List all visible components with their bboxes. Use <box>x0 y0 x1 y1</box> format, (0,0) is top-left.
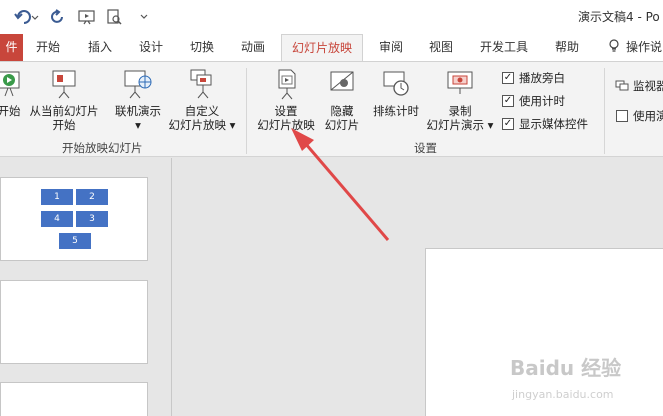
tab-review[interactable]: 审阅 <box>371 34 411 61</box>
monitor-icon <box>615 80 629 91</box>
hide-slide-icon <box>330 71 354 91</box>
undo-icon <box>14 10 39 24</box>
custom-slides-icon <box>190 69 212 99</box>
ribbon-tabs: 件 开始 插入 设计 切换 动画 幻灯片放映 审阅 视图 开发工具 帮助 操作说 <box>0 34 663 62</box>
shape-box-5: 5 <box>59 233 91 249</box>
tab-file[interactable]: 件 <box>0 34 23 61</box>
custom-slideshow-label-2: 幻灯片放映 ▾ <box>168 118 236 132</box>
presentation-icon <box>78 10 95 25</box>
magnifier-page-icon <box>107 9 122 25</box>
tab-design[interactable]: 设计 <box>131 34 171 61</box>
customize-qat-button[interactable] <box>136 6 152 28</box>
tell-me-box[interactable]: 操作说 <box>608 34 662 61</box>
monitor-label: 监视器 <box>633 79 663 93</box>
present-button[interactable] <box>76 6 98 28</box>
group-separator <box>604 68 605 154</box>
group-separator <box>246 68 247 154</box>
watermark-logo: Baidu 经验 <box>510 356 622 380</box>
use-timings-label: 使用计时 <box>519 94 565 108</box>
custom-slideshow-button[interactable]: 自定义 幻灯片放映 ▾ <box>164 68 240 132</box>
from-current-label-2: 开始 <box>52 118 76 132</box>
checkbox-unchecked-icon <box>616 110 628 122</box>
title-bar: 演示文稿4 - Po <box>0 0 663 34</box>
from-current-slide-button[interactable]: 从当前幻灯片 开始 <box>26 68 102 132</box>
tab-home[interactable]: 开始 <box>28 34 68 61</box>
record-slideshow-label-1: 录制 <box>448 104 472 118</box>
show-media-controls-label: 显示媒体控件 <box>519 117 588 131</box>
tab-insert[interactable]: 插入 <box>80 34 120 61</box>
shape-box-3: 3 <box>76 211 108 227</box>
document-title: 演示文稿4 - Po <box>578 10 660 24</box>
group-label-setup: 设置 <box>414 141 437 155</box>
tab-developer[interactable]: 开发工具 <box>471 34 537 61</box>
play-narrations-label: 播放旁白 <box>519 71 565 85</box>
shape-box-4: 4 <box>41 211 73 227</box>
redo-icon <box>51 9 63 23</box>
play-slideshow-icon <box>0 71 20 97</box>
redo-button[interactable] <box>48 6 68 28</box>
from-current-label-1: 从当前幻灯片 <box>29 104 99 118</box>
slide-thumbnail-3[interactable] <box>0 382 148 416</box>
watermark-url: jingyan.baidu.com <box>512 388 614 401</box>
checkbox-checked-icon: ✓ <box>502 72 514 84</box>
custom-slideshow-label-1: 自定义 <box>184 104 220 118</box>
undo-button[interactable] <box>12 6 42 28</box>
rehearse-timings-button[interactable]: 排练计时 <box>366 68 426 118</box>
stopwatch-screen-icon <box>383 71 409 96</box>
record-icon <box>447 71 473 94</box>
monitor-dropdown[interactable]: 监视器 <box>615 78 663 94</box>
use-timings-checkbox[interactable]: ✓ 使用计时 <box>502 93 565 109</box>
chevron-down-icon <box>140 14 148 19</box>
print-preview-button[interactable] <box>104 6 126 28</box>
hide-slide-button[interactable]: 隐藏 幻灯片 <box>318 68 366 132</box>
slide-thumbnail-2[interactable] <box>0 280 148 364</box>
present-online-label: 联机演示 <box>115 104 161 118</box>
use-presenter-view-label: 使用演 <box>633 109 663 123</box>
record-slideshow-label-2: 幻灯片演示 ▾ <box>426 118 494 132</box>
play-narrations-checkbox[interactable]: ✓ 播放旁白 <box>502 70 565 86</box>
use-presenter-view-checkbox[interactable]: 使用演 <box>616 108 663 124</box>
shape-box-1: 1 <box>41 189 73 205</box>
tab-slideshow[interactable]: 幻灯片放映 <box>281 34 363 62</box>
tab-transitions[interactable]: 切换 <box>182 34 222 61</box>
globe-screen-icon <box>124 70 152 99</box>
rehearse-timings-label: 排练计时 <box>373 104 419 118</box>
lightbulb-icon <box>609 39 619 52</box>
present-online-dropdown: ▾ <box>135 118 141 132</box>
tab-animations[interactable]: 动画 <box>233 34 273 61</box>
shape-box-2: 2 <box>76 189 108 205</box>
from-beginning-button[interactable]: 开始 <box>0 68 24 118</box>
setup-slideshow-label-2: 幻灯片放映 <box>257 118 315 132</box>
hide-slide-label-2: 幻灯片 <box>324 118 360 132</box>
tell-me-label: 操作说 <box>626 40 663 54</box>
record-slideshow-button[interactable]: 录制 幻灯片演示 ▾ <box>422 68 498 132</box>
setup-slideshow-button[interactable]: 设置 幻灯片放映 <box>252 68 320 132</box>
tab-view[interactable]: 视图 <box>421 34 461 61</box>
checkbox-checked-icon: ✓ <box>502 118 514 130</box>
group-label-start-slideshow: 开始放映幻灯片 <box>62 141 143 155</box>
hide-slide-label-1: 隐藏 <box>330 104 354 118</box>
present-online-button[interactable]: 联机演示 ▾ <box>110 68 166 132</box>
slide-thumbnail-pane: 1 2 4 3 5 <box>0 158 172 416</box>
show-media-controls-checkbox[interactable]: ✓ 显示媒体控件 <box>502 116 588 132</box>
checkbox-checked-icon: ✓ <box>502 95 514 107</box>
projector-screen-icon <box>52 70 76 99</box>
from-beginning-label: 开始 <box>0 104 21 118</box>
setup-slideshow-label-1: 设置 <box>274 104 298 118</box>
slide-thumbnail-1[interactable]: 1 2 4 3 5 <box>0 177 148 261</box>
tab-help[interactable]: 帮助 <box>547 34 587 61</box>
ribbon-panel: 开始 从当前幻灯片 开始 联机演示 ▾ 自定义 幻灯片放映 ▾ 开始放映幻灯片 … <box>0 61 663 157</box>
setup-slideshow-icon <box>278 69 296 100</box>
